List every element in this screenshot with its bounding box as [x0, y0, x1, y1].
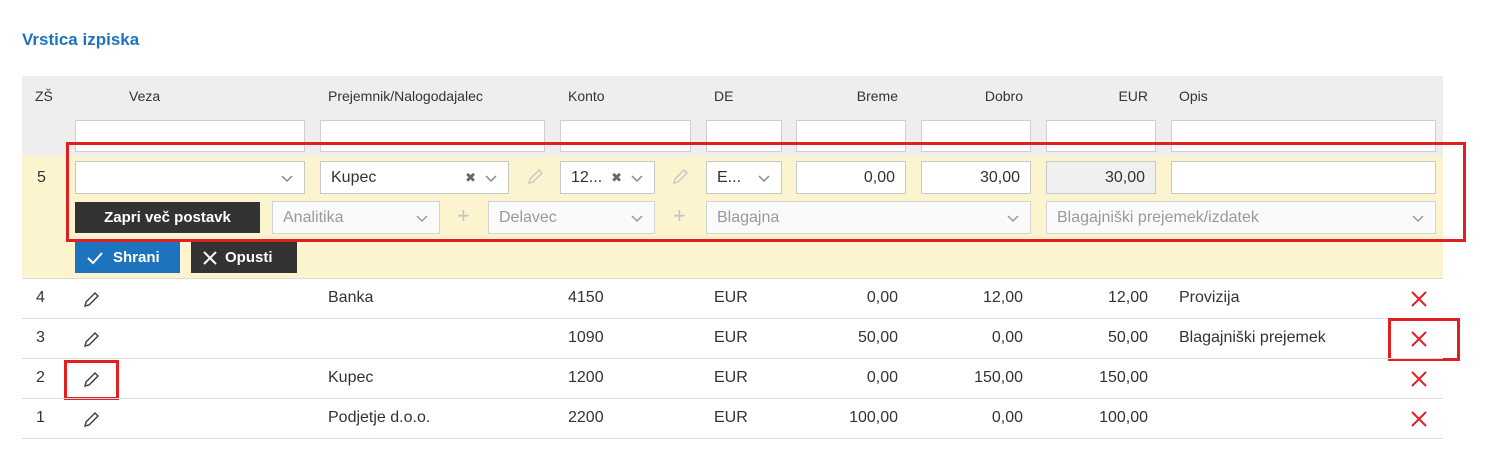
- row-breme: 50,00: [857, 329, 898, 346]
- row-de: EUR: [714, 329, 748, 346]
- row-konto: 2200: [568, 409, 604, 426]
- save-button-label: Shrani: [113, 249, 160, 266]
- row-divider: [22, 358, 1443, 359]
- row-number: 2: [36, 369, 45, 386]
- row-breme: 0,00: [866, 369, 898, 386]
- row-prejemnik: Banka: [328, 289, 374, 306]
- edit-pencil-icon[interactable]: [82, 291, 100, 309]
- col-header-de: DE: [714, 88, 734, 104]
- edit-pencil-icon[interactable]: [82, 331, 100, 349]
- row-konto: 1090: [568, 329, 604, 346]
- row-divider: [22, 438, 1443, 439]
- row-de: EUR: [714, 369, 748, 386]
- row-eur: 50,00: [1107, 329, 1148, 346]
- edit-row-number: 5: [37, 169, 46, 186]
- row-divider: [22, 398, 1443, 399]
- close-icon: [203, 250, 217, 265]
- row-prejemnik: Kupec: [328, 369, 374, 386]
- row-eur: 150,00: [1099, 369, 1148, 386]
- row-number: 3: [36, 329, 45, 346]
- row-prejemnik: Podjetje d.o.o.: [328, 409, 431, 426]
- col-header-veza: Veza: [129, 88, 161, 104]
- highlight-delete-icon: [1388, 318, 1460, 361]
- row-number: 4: [36, 289, 45, 306]
- check-icon: [87, 251, 103, 264]
- highlight-edit-area: [66, 142, 1466, 242]
- delete-icon[interactable]: [1410, 410, 1428, 428]
- row-dobro: 12,00: [982, 289, 1023, 306]
- row-konto: 4150: [568, 289, 604, 306]
- row-eur: 12,00: [1107, 289, 1148, 306]
- row-divider: [22, 278, 1443, 279]
- row-divider: [22, 318, 1443, 319]
- section-title: Vrstica izpiska: [22, 30, 140, 49]
- delete-icon[interactable]: [1410, 290, 1428, 308]
- col-header-opis: Opis: [1179, 88, 1208, 104]
- row-de: EUR: [714, 289, 748, 306]
- col-header-dobro: Dobro: [984, 88, 1023, 104]
- row-opis: Blagajniški prejemek: [1179, 329, 1326, 346]
- row-eur: 100,00: [1099, 409, 1148, 426]
- highlight-edit-pencil: [64, 360, 119, 400]
- row-dobro: 0,00: [991, 409, 1023, 426]
- row-opis: Provizija: [1179, 289, 1240, 306]
- row-dobro: 0,00: [991, 329, 1023, 346]
- col-header-konto: Konto: [568, 88, 605, 104]
- row-number: 1: [36, 409, 45, 426]
- cancel-button[interactable]: Opusti: [191, 242, 297, 273]
- col-header-zs: ZŠ: [35, 88, 53, 104]
- save-button[interactable]: Shrani: [75, 242, 180, 273]
- row-de: EUR: [714, 409, 748, 426]
- row-breme: 0,00: [866, 289, 898, 306]
- col-header-prejemnik: Prejemnik/Nalogodajalec: [328, 88, 483, 104]
- row-konto: 1200: [568, 369, 604, 386]
- row-dobro: 150,00: [974, 369, 1023, 386]
- edit-pencil-icon[interactable]: [82, 411, 100, 429]
- cancel-button-label: Opusti: [225, 249, 273, 266]
- delete-icon[interactable]: [1410, 370, 1428, 388]
- row-breme: 100,00: [849, 409, 898, 426]
- col-header-breme: Breme: [856, 88, 898, 104]
- col-header-eur: EUR: [1118, 88, 1148, 104]
